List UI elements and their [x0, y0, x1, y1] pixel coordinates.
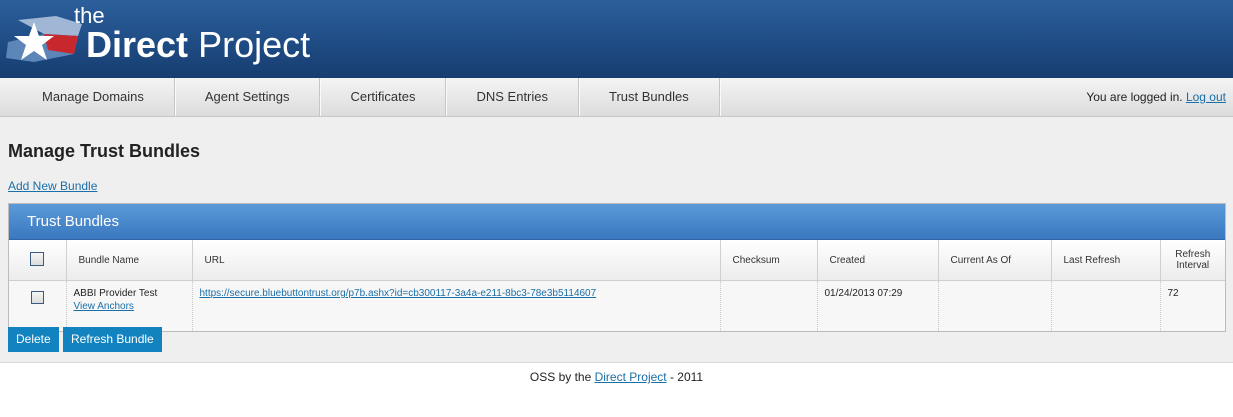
panel-title: Trust Bundles	[9, 204, 1225, 240]
page-title: Manage Trust Bundles	[8, 141, 201, 161]
checksum-cell	[720, 280, 818, 331]
footer-direct-project-link[interactable]: Direct Project	[595, 370, 667, 384]
col-refresh-interval[interactable]: Refresh Interval	[1160, 240, 1225, 281]
col-url[interactable]: URL	[192, 240, 721, 281]
delete-button[interactable]: Delete	[8, 327, 59, 352]
col-bundle-name[interactable]: Bundle Name	[66, 240, 193, 281]
login-status: You are logged in. Log out	[1086, 78, 1226, 116]
view-anchors-link[interactable]: View Anchors	[74, 301, 185, 312]
refresh-interval-cell: 72	[1160, 280, 1225, 331]
row-checkbox[interactable]	[30, 291, 44, 304]
created-cell: 01/24/2013 07:29	[817, 280, 939, 331]
url-cell: https://secure.bluebuttontrust.org/p7b.a…	[192, 280, 721, 331]
logout-link[interactable]: Log out	[1186, 90, 1226, 104]
nav-dns-entries[interactable]: DNS Entries	[446, 78, 580, 116]
footer-suffix: - 2011	[666, 370, 704, 384]
nav-manage-domains[interactable]: Manage Domains	[12, 78, 175, 116]
logo-direct-text: Direct	[86, 24, 189, 65]
logo-title: Direct Project	[86, 24, 310, 66]
refresh-bundle-button[interactable]: Refresh Bundle	[63, 327, 162, 352]
trust-bundles-table: Bundle Name URL Checksum Created Current…	[9, 240, 1225, 331]
main-nav: Manage Domains Agent Settings Certificat…	[0, 78, 1233, 117]
footer-prefix: OSS by the	[529, 370, 595, 384]
login-status-text: You are logged in.	[1086, 90, 1186, 104]
table-header-row: Bundle Name URL Checksum Created Current…	[9, 240, 1225, 281]
nav-items: Manage Domains Agent Settings Certificat…	[12, 78, 720, 116]
nav-agent-settings[interactable]: Agent Settings	[175, 78, 321, 116]
current-as-of-cell	[938, 280, 1052, 331]
col-created[interactable]: Created	[817, 240, 939, 281]
logo-project-text: Project	[198, 24, 311, 65]
nav-certificates[interactable]: Certificates	[320, 78, 447, 116]
bundle-name: ABBI Provider Test	[73, 288, 158, 299]
site-header: the Direct Project	[0, 0, 1233, 78]
col-checksum[interactable]: Checksum	[720, 240, 818, 281]
select-all-cell	[9, 240, 67, 281]
nav-trust-bundles[interactable]: Trust Bundles	[579, 78, 720, 116]
col-current-as-of[interactable]: Current As Of	[938, 240, 1052, 281]
row-select-cell	[9, 280, 67, 331]
select-all-checkbox[interactable]	[30, 251, 45, 266]
last-refresh-cell	[1051, 280, 1161, 331]
add-new-bundle-link[interactable]: Add New Bundle	[8, 179, 97, 193]
bundle-name-cell: ABBI Provider Test View Anchors	[66, 280, 193, 331]
bundle-url-link[interactable]: https://secure.bluebuttontrust.org/p7b.a…	[200, 288, 597, 299]
trust-bundles-panel: Trust Bundles Bundle Name URL Checksum C…	[8, 203, 1226, 332]
footer: OSS by the Direct Project - 2011	[0, 362, 1233, 417]
table-row: ABBI Provider Test View Anchors https://s…	[9, 280, 1225, 331]
col-last-refresh[interactable]: Last Refresh	[1051, 240, 1161, 281]
